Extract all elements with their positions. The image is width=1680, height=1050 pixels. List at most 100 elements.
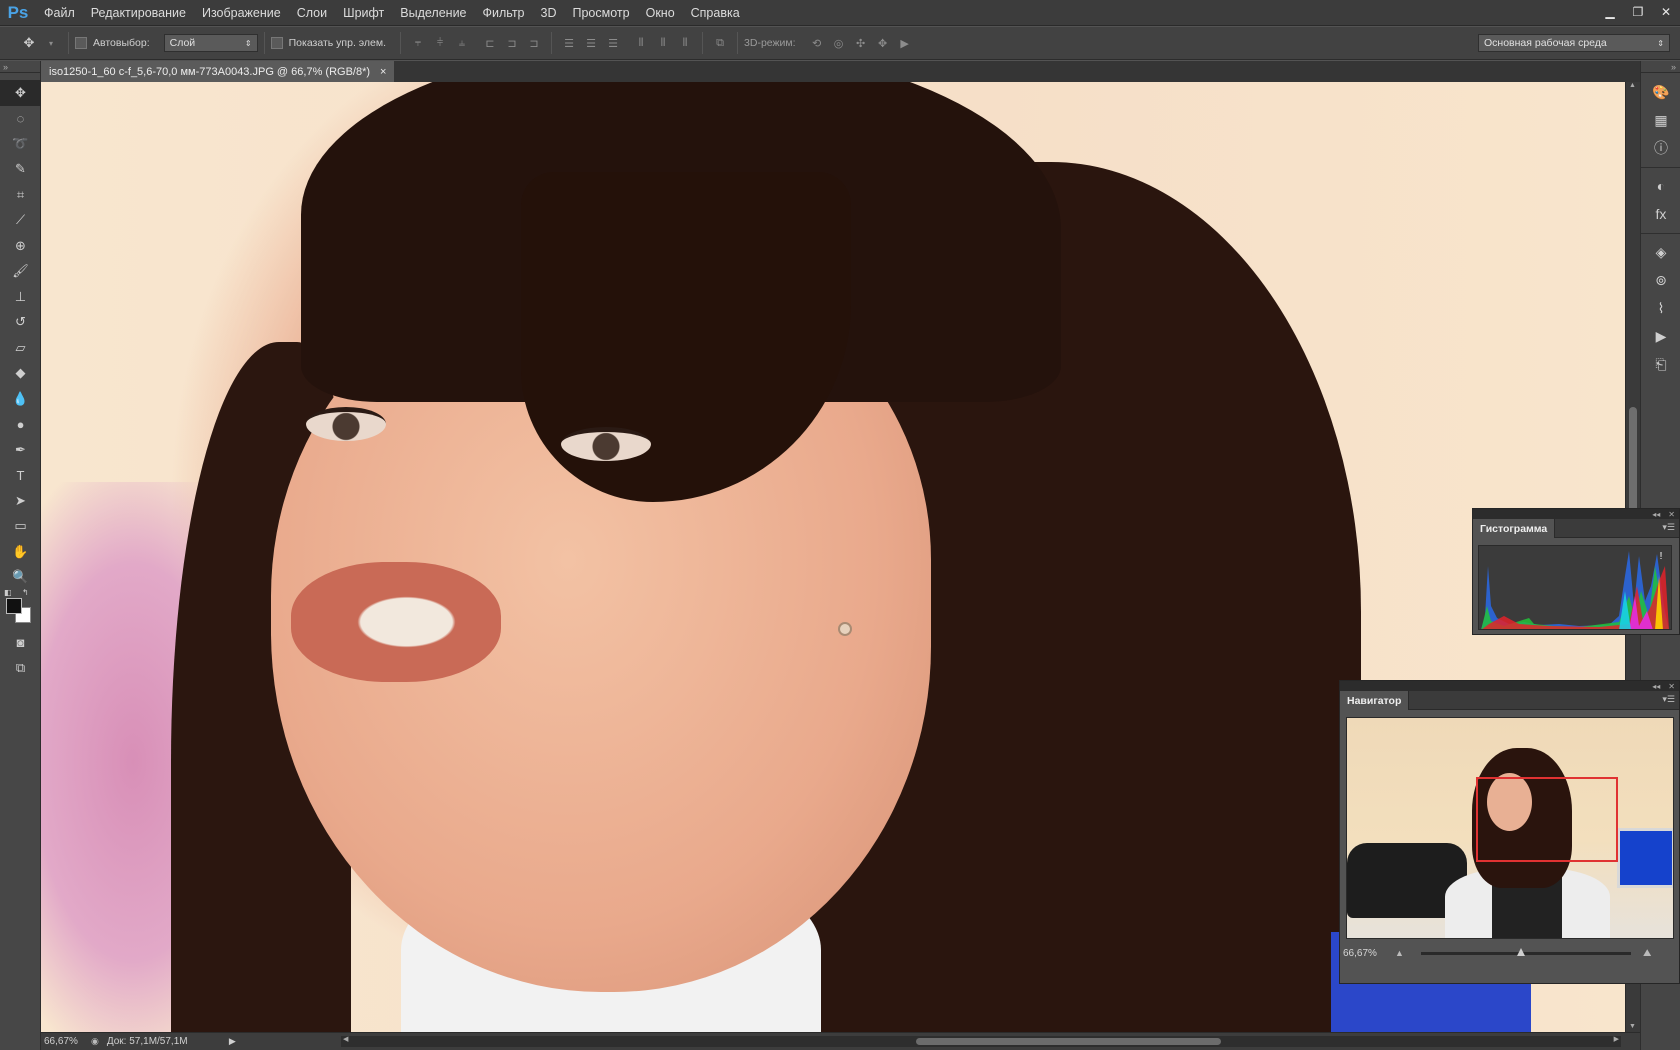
color-icon[interactable]: 🎨 xyxy=(1641,78,1680,106)
show-transform-checkbox[interactable] xyxy=(270,37,283,49)
align-bottom-icon[interactable]: ⫨ xyxy=(454,35,470,51)
document-tab[interactable]: iso1250-1_60 c-f_5,6-70,0 мм-773A0043.JP… xyxy=(41,61,395,82)
menu-image[interactable]: Изображение xyxy=(194,0,289,26)
restore-button[interactable]: ❐ xyxy=(1624,2,1652,22)
zoom-slider[interactable] xyxy=(1421,947,1631,956)
swatches-icon[interactable]: ▦ xyxy=(1641,106,1680,134)
spot-healing-tool-icon[interactable]: ⊕ xyxy=(0,233,41,259)
slide-3d-icon[interactable]: ✥ xyxy=(875,35,891,51)
menu-3d[interactable]: 3D xyxy=(533,0,565,26)
blur-tool-icon[interactable]: 💧 xyxy=(0,386,41,412)
warning-icon[interactable]: ! xyxy=(1655,551,1667,563)
history-brush-tool-icon[interactable]: ↺ xyxy=(0,310,41,336)
collapse-dock-icon[interactable]: » xyxy=(1641,61,1680,73)
paths-icon[interactable]: ⌇ xyxy=(1641,294,1680,322)
type-tool-icon[interactable]: T xyxy=(0,463,41,489)
quick-selection-tool-icon[interactable]: ✎ xyxy=(0,157,41,183)
close-panel-icon[interactable]: ✕ xyxy=(1668,682,1675,691)
zoom-tool-icon[interactable]: 🔍 xyxy=(0,565,41,591)
panel-menu-icon[interactable]: ▾☰ xyxy=(1662,522,1675,533)
close-tab-icon[interactable]: × xyxy=(380,66,386,78)
workspace-select[interactable]: Основная рабочая среда ⇕ xyxy=(1478,34,1670,52)
minimize-button[interactable]: ▁ xyxy=(1596,2,1624,22)
hand-tool-icon[interactable]: ✋ xyxy=(0,539,41,565)
brush-tool-icon[interactable]: 🖌 xyxy=(0,259,41,285)
collapse-panel-icon[interactable]: ◂◂ xyxy=(1652,682,1660,691)
navigator-view-box[interactable] xyxy=(1476,777,1618,862)
align-hcenter-icon[interactable]: ⊐ xyxy=(504,35,520,51)
status-menu-icon[interactable]: ▶ xyxy=(229,1036,241,1047)
auto-align-icon[interactable]: ⧉ xyxy=(712,35,728,51)
histogram-tab[interactable]: Гистограмма xyxy=(1473,519,1556,538)
actions-icon[interactable]: ▶ xyxy=(1641,322,1680,350)
move-tool-icon[interactable]: ✥ xyxy=(0,80,41,106)
horizontal-scrollbar[interactable]: ◀ ▶ xyxy=(341,1036,1621,1047)
menu-type[interactable]: Шрифт xyxy=(335,0,392,26)
align-vcenter-icon[interactable]: ⫩ xyxy=(432,35,448,51)
menu-select[interactable]: Выделение xyxy=(392,0,474,26)
eraser-tool-icon[interactable]: ▱ xyxy=(0,335,41,361)
navigator-zoom-value[interactable]: 66,67% xyxy=(1340,948,1395,959)
pan-3d-icon[interactable]: ✣ xyxy=(853,35,869,51)
quick-mask-icon[interactable]: ◙ xyxy=(0,630,41,656)
align-right-icon[interactable]: ⊐ xyxy=(526,35,542,51)
status-zoom[interactable]: 66,67% xyxy=(41,1036,91,1047)
close-button[interactable]: ✕ xyxy=(1652,2,1680,22)
navigator-tab[interactable]: Навигатор xyxy=(1340,691,1410,710)
screen-mode-icon[interactable]: ⧉ xyxy=(0,656,41,682)
autoselect-select[interactable]: Слой ⇕ xyxy=(163,34,258,52)
distribute-left-icon[interactable]: ⦀ xyxy=(633,35,649,51)
menu-layer[interactable]: Слои xyxy=(289,0,335,26)
menu-filter[interactable]: Фильтр xyxy=(475,0,533,26)
chevron-down-icon[interactable]: ▾ xyxy=(43,35,59,51)
paint-bucket-tool-icon[interactable]: ◆ xyxy=(0,361,41,387)
default-colors-icon[interactable]: ◧ xyxy=(4,588,12,597)
zoom-slider-thumb[interactable] xyxy=(1517,947,1525,956)
scroll-right-icon[interactable]: ▶ xyxy=(1614,1035,1619,1043)
horizontal-scroll-thumb[interactable] xyxy=(916,1038,1221,1045)
menu-view[interactable]: Просмотр xyxy=(565,0,638,26)
info-icon[interactable]: ⓘ xyxy=(1641,134,1680,162)
distribute-hcenter-icon[interactable]: ⦀ xyxy=(655,35,671,51)
menu-file[interactable]: Файл xyxy=(36,0,83,26)
channels-icon[interactable]: ⊚ xyxy=(1641,266,1680,294)
menu-window[interactable]: Окно xyxy=(638,0,683,26)
styles-icon[interactable]: fx xyxy=(1641,200,1680,228)
share-icon[interactable]: ◉ xyxy=(91,1036,99,1047)
distribute-vcenter-icon[interactable]: ☰ xyxy=(583,35,599,51)
scale-3d-icon[interactable]: ▶ xyxy=(897,35,913,51)
dodge-tool-icon[interactable]: ● xyxy=(0,412,41,438)
menu-edit[interactable]: Редактирование xyxy=(83,0,194,26)
align-left-icon[interactable]: ⊏ xyxy=(482,35,498,51)
rectangle-tool-icon[interactable]: ▭ xyxy=(0,514,41,540)
distribute-top-icon[interactable]: ☰ xyxy=(561,35,577,51)
distribute-bottom-icon[interactable]: ☰ xyxy=(605,35,621,51)
align-top-icon[interactable]: ⫧ xyxy=(410,35,426,51)
crop-tool-icon[interactable]: ⌗ xyxy=(0,182,41,208)
menu-help[interactable]: Справка xyxy=(683,0,748,26)
path-selection-tool-icon[interactable]: ➤ xyxy=(0,488,41,514)
scroll-up-icon[interactable]: ▲ xyxy=(1629,82,1636,89)
zoom-out-icon[interactable]: ▲ xyxy=(1395,948,1413,958)
history-icon[interactable]: ⎗ xyxy=(1641,350,1680,378)
zoom-in-icon[interactable]: ⛰ xyxy=(1643,948,1667,959)
navigator-preview[interactable] xyxy=(1346,717,1674,939)
close-panel-icon[interactable]: ✕ xyxy=(1668,510,1675,519)
collapse-panel-icon[interactable]: ◂◂ xyxy=(1652,510,1660,519)
eyedropper-tool-icon[interactable]: ⟋ xyxy=(0,208,41,234)
clone-stamp-tool-icon[interactable]: ⊥ xyxy=(0,284,41,310)
lasso-tool-icon[interactable]: ➰ xyxy=(0,131,41,157)
pen-tool-icon[interactable]: ✒ xyxy=(0,437,41,463)
distribute-right-icon[interactable]: ⦀ xyxy=(677,35,693,51)
scroll-down-icon[interactable]: ▼ xyxy=(1629,1023,1636,1030)
adjustments-icon[interactable]: ◐ xyxy=(1641,172,1680,200)
panel-menu-icon[interactable]: ▾☰ xyxy=(1662,694,1675,705)
rotate-3d-icon[interactable]: ⟲ xyxy=(809,35,825,51)
autoselect-checkbox[interactable] xyxy=(75,37,87,49)
elliptical-marquee-tool-icon[interactable]: ◌ xyxy=(0,106,41,132)
foreground-color[interactable] xyxy=(6,598,22,614)
swap-colors-icon[interactable]: ↰ xyxy=(22,588,29,597)
roll-3d-icon[interactable]: ◎ xyxy=(831,35,847,51)
expand-panel-icon[interactable]: » xyxy=(0,61,40,73)
move-tool-preset-icon[interactable]: ✥ xyxy=(21,35,37,51)
